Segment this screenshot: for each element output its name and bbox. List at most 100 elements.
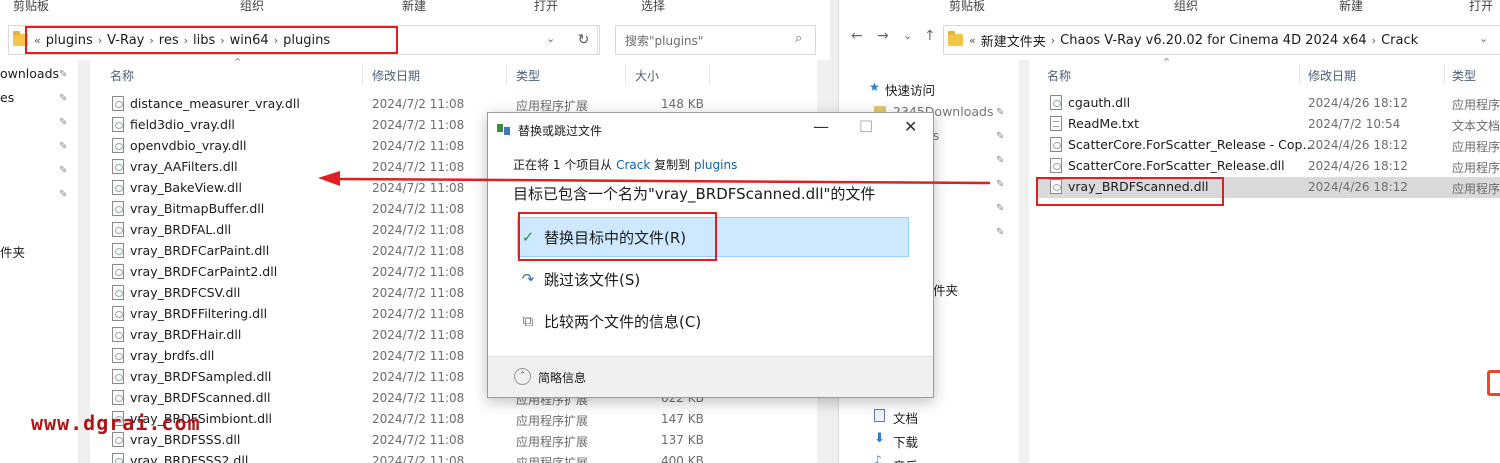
ribbon-organize[interactable]: 组织 [1174, 0, 1198, 14]
address-dropdown-icon[interactable]: ⌄ [1479, 32, 1488, 45]
sidebar-item-folder[interactable]: 件夹 [933, 280, 958, 299]
file-row-selected[interactable]: vray_BRDFScanned.dll 2024/4/26 18:12 应用程序扩 [1036, 177, 1500, 198]
star-icon: ★ [869, 80, 880, 94]
pin-icon[interactable]: ✎ [59, 69, 67, 80]
file-date: 2024/4/26 18:12 [1308, 159, 1408, 173]
ribbon-organize[interactable]: 组织 [240, 0, 264, 14]
breadcrumb-segment[interactable]: plugins [46, 33, 93, 48]
search-icon[interactable]: ⌕ [795, 31, 802, 46]
breadcrumb-segment[interactable]: Crack [1381, 33, 1418, 48]
ribbon-new[interactable]: 新建 [1339, 0, 1363, 14]
breadcrumb-overflow-icon[interactable]: « [969, 34, 976, 47]
skip-option-label: 跳过该文件(S) [544, 270, 641, 289]
file-type: 应用程序扩 [1452, 182, 1500, 196]
column-divider[interactable] [1444, 64, 1445, 84]
file-row[interactable]: ScatterCore.ForScatter_Release.dll 2024/4… [1036, 156, 1500, 177]
column-header-date[interactable]: 修改日期 [1308, 67, 1356, 84]
column-header-type[interactable]: 类型 [516, 67, 540, 84]
column-header-size[interactable]: 大小 [635, 67, 659, 84]
breadcrumb-segment[interactable]: Chaos V-Ray v6.20.02 for Cinema 4D 2024 … [1060, 33, 1367, 48]
pin-icon[interactable]: ✎ [59, 141, 67, 152]
replace-file-option[interactable]: ✓ 替换目标中的文件(R) [517, 217, 909, 257]
breadcrumb-overflow-icon[interactable]: « [34, 34, 41, 47]
navigation-scrollbar[interactable] [78, 60, 90, 463]
file-name: ScatterCore.ForScatter_Release.dll [1068, 158, 1285, 173]
ribbon-clipboard[interactable]: 剪贴板 [949, 0, 985, 14]
sidebar-item-quick-access[interactable]: 快速访问 [885, 80, 935, 99]
skip-file-option[interactable]: ↷ 跳过该文件(S) [518, 259, 908, 299]
minimize-button[interactable]: — [813, 117, 829, 136]
forward-arrow-icon[interactable]: → [877, 28, 889, 44]
breadcrumb-segment[interactable]: win64 [230, 33, 269, 48]
chevron-right-icon[interactable]: › [220, 34, 224, 47]
file-name: vray_brdfs.dll [130, 348, 215, 363]
navigation-scrollbar[interactable] [1019, 60, 1029, 463]
ribbon-new[interactable]: 新建 [402, 0, 426, 14]
column-divider[interactable] [506, 64, 507, 84]
column-header-name[interactable]: 名称 [110, 67, 134, 84]
pin-icon[interactable]: ✎ [59, 165, 67, 176]
chevron-right-icon[interactable]: › [274, 34, 278, 47]
pin-icon[interactable]: ✎ [996, 203, 1004, 214]
chevron-right-icon[interactable]: › [184, 34, 188, 47]
pin-icon[interactable]: ✎ [996, 227, 1004, 238]
compare-files-option[interactable]: ⧉ 比较两个文件的信息(C) [518, 301, 908, 341]
file-date: 2024/7/2 11:08 [372, 454, 465, 463]
replace-or-skip-dialog: 替换或跳过文件 — ☐ ✕ 正在将 1 个项目从 Crack 复制到 plugi… [487, 112, 934, 398]
pin-icon[interactable]: ✎ [996, 155, 1004, 166]
address-bar[interactable]: « 新建文件夹 › Chaos V-Ray v6.20.02 for Cinem… [943, 25, 1500, 55]
fewer-details-toggle[interactable]: 简略信息 [538, 369, 586, 386]
chevron-right-icon[interactable]: › [149, 34, 153, 47]
sidebar-item-music[interactable]: 音乐 [893, 456, 918, 463]
ribbon-clipboard[interactable]: 剪贴板 [13, 0, 49, 14]
chevron-right-icon[interactable]: › [98, 34, 102, 47]
sidebar-item[interactable]: es [0, 90, 14, 105]
sidebar-item-folder[interactable]: 件夹 [0, 242, 25, 261]
chevron-right-icon[interactable]: › [1051, 34, 1055, 47]
back-arrow-icon[interactable]: ← [851, 28, 863, 44]
sidebar-item-downloads[interactable]: ownloads [0, 66, 59, 81]
sidebar-item-documents[interactable]: 文档 [893, 408, 918, 427]
maximize-button[interactable]: ☐ [859, 117, 873, 136]
pin-icon[interactable]: ✎ [59, 117, 67, 128]
search-input[interactable]: 搜索"plugins" [615, 25, 816, 55]
file-date: 2024/7/2 11:08 [372, 97, 465, 111]
file-row[interactable]: ReadMe.txt 2024/7/2 10:54 文本文档 [1036, 114, 1500, 135]
column-header-date[interactable]: 修改日期 [372, 67, 420, 84]
up-arrow-icon[interactable]: ↑ [924, 28, 936, 44]
ribbon-open[interactable]: 打开 [534, 0, 558, 14]
arrow-head [318, 171, 340, 186]
pin-icon[interactable]: ✎ [59, 93, 67, 104]
ribbon-open[interactable]: 打开 [1469, 0, 1493, 14]
pin-icon[interactable]: ✎ [996, 107, 1004, 118]
breadcrumb-segment[interactable]: plugins [283, 33, 330, 48]
breadcrumb-segment[interactable]: 新建文件夹 [981, 31, 1046, 50]
column-header-name[interactable]: 名称 [1047, 67, 1071, 84]
breadcrumb-segment[interactable]: res [159, 33, 179, 48]
chevron-right-icon[interactable]: › [1372, 34, 1376, 47]
pin-icon[interactable]: ✎ [59, 189, 67, 200]
dll-file-icon [112, 222, 124, 237]
breadcrumb-segment[interactable]: V-Ray [107, 33, 144, 48]
file-row[interactable]: vray_BRDFSSS2.dll 2024/7/2 11:08 应用程序扩展 400… [92, 451, 812, 463]
file-name: vray_BRDFSSS2.dll [130, 453, 249, 463]
ribbon-select[interactable]: 选择 [641, 0, 665, 14]
breadcrumb-segment[interactable]: libs [193, 33, 215, 48]
close-button[interactable]: ✕ [904, 117, 917, 136]
column-divider[interactable] [625, 64, 626, 84]
column-divider[interactable] [1299, 64, 1300, 84]
recent-locations-icon[interactable]: ⌄ [903, 29, 912, 42]
file-row[interactable]: cgauth.dll 2024/4/26 18:12 应用程序扩 [1036, 93, 1500, 114]
column-divider[interactable] [362, 64, 363, 84]
file-date: 2024/7/2 11:08 [372, 307, 465, 321]
file-row[interactable]: ScatterCore.ForScatter_Release - Cop... 2… [1036, 135, 1500, 156]
address-dropdown-icon[interactable]: ⌄ [546, 32, 555, 45]
sidebar-item-downloads[interactable]: 下载 [893, 432, 918, 451]
refresh-icon[interactable]: ↻ [568, 25, 600, 55]
pin-icon[interactable]: ✎ [996, 179, 1004, 190]
pin-icon[interactable]: ✎ [996, 131, 1004, 142]
column-divider[interactable] [709, 64, 710, 84]
column-header-type[interactable]: 类型 [1452, 67, 1476, 84]
address-bar[interactable]: « plugins › V-Ray › res › libs › win64 ›… [8, 25, 598, 55]
chevron-up-icon[interactable]: ⌃ [514, 368, 531, 385]
